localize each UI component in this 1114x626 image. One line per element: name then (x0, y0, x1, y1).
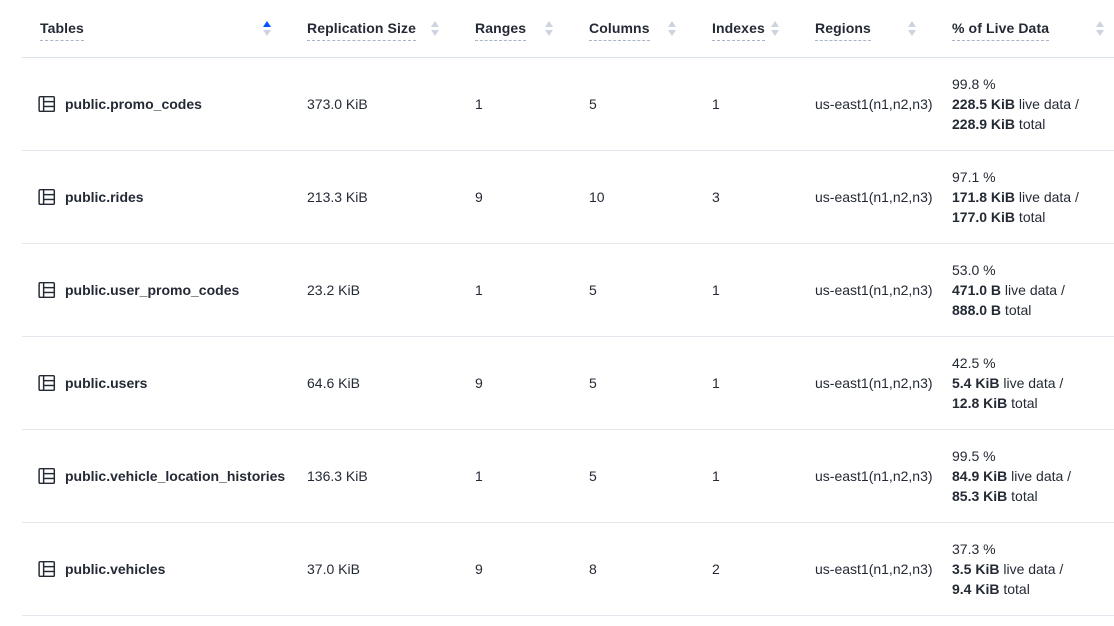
live-data-cell: 37.3 % 3.5 KiB live data / 9.4 KiB total (952, 539, 1114, 599)
ranges-cell: 1 (475, 282, 589, 298)
live-data-cell: 53.0 % 471.0 B live data / 888.0 B total (952, 260, 1114, 320)
table-icon (38, 374, 56, 392)
ranges-cell: 1 (475, 468, 589, 484)
live-data-amount: 228.5 KiB live data / (952, 94, 1104, 114)
live-data-percent: 99.8 % (952, 74, 1104, 94)
table-name-link[interactable]: public.users (65, 375, 147, 391)
table-row: public.users 64.6 KiB 9 5 1 us-east1(n1,… (22, 337, 1114, 430)
table-icon (38, 467, 56, 485)
sort-arrows-icon[interactable] (668, 21, 676, 36)
table-name-link[interactable]: public.promo_codes (65, 96, 202, 112)
live-data-amount: 3.5 KiB live data / (952, 559, 1104, 579)
replication-size-cell: 373.0 KiB (307, 96, 475, 112)
column-header-label: Regions (815, 20, 871, 41)
sort-arrows-icon[interactable] (1096, 21, 1104, 36)
columns-cell: 8 (589, 561, 712, 577)
live-data-percent: 97.1 % (952, 167, 1104, 187)
live-data-percent: 53.0 % (952, 260, 1104, 280)
indexes-cell: 1 (712, 96, 815, 112)
column-header-columns[interactable]: Columns (589, 0, 712, 57)
column-header-label: Columns (589, 20, 650, 41)
ranges-cell: 1 (475, 96, 589, 112)
regions-cell: us-east1(n1,n2,n3) (815, 375, 952, 391)
columns-cell: 5 (589, 282, 712, 298)
column-header-label: Tables (40, 20, 84, 41)
column-header-tables[interactable]: Tables (22, 0, 307, 57)
ranges-cell: 9 (475, 561, 589, 577)
replication-size-cell: 64.6 KiB (307, 375, 475, 391)
regions-cell: us-east1(n1,n2,n3) (815, 468, 952, 484)
column-header-indexes[interactable]: Indexes (712, 0, 815, 57)
regions-cell: us-east1(n1,n2,n3) (815, 282, 952, 298)
column-header-regions[interactable]: Regions (815, 0, 952, 57)
ranges-cell: 9 (475, 375, 589, 391)
replication-size-cell: 213.3 KiB (307, 189, 475, 205)
column-header-label: % of Live Data (952, 20, 1049, 41)
regions-cell: us-east1(n1,n2,n3) (815, 96, 952, 112)
table-icon (38, 95, 56, 113)
table-name-link[interactable]: public.user_promo_codes (65, 282, 239, 298)
columns-cell: 5 (589, 96, 712, 112)
replication-size-cell: 136.3 KiB (307, 468, 475, 484)
columns-cell: 5 (589, 375, 712, 391)
sort-arrows-icon[interactable] (771, 21, 779, 36)
live-data-cell: 42.5 % 5.4 KiB live data / 12.8 KiB tota… (952, 353, 1114, 413)
column-header-ranges[interactable]: Ranges (475, 0, 589, 57)
live-data-amount: 5.4 KiB live data / (952, 373, 1104, 393)
columns-cell: 10 (589, 189, 712, 205)
table-icon (38, 281, 56, 299)
live-data-total: 888.0 B total (952, 300, 1104, 320)
table-row: public.promo_codes 373.0 KiB 1 5 1 us-ea… (22, 58, 1114, 151)
columns-cell: 5 (589, 468, 712, 484)
live-data-cell: 97.1 % 171.8 KiB live data / 177.0 KiB t… (952, 167, 1114, 227)
table-row: public.vehicles 37.0 KiB 9 8 2 us-east1(… (22, 523, 1114, 616)
live-data-amount: 171.8 KiB live data / (952, 187, 1104, 207)
sort-arrows-icon[interactable] (431, 21, 439, 36)
sort-arrows-icon[interactable] (908, 21, 916, 36)
indexes-cell: 1 (712, 375, 815, 391)
live-data-cell: 99.8 % 228.5 KiB live data / 228.9 KiB t… (952, 74, 1114, 134)
regions-cell: us-east1(n1,n2,n3) (815, 561, 952, 577)
live-data-percent: 99.5 % (952, 446, 1104, 466)
table-row: public.rides 213.3 KiB 9 10 3 us-east1(n… (22, 151, 1114, 244)
live-data-amount: 84.9 KiB live data / (952, 466, 1104, 486)
column-header-replication-size[interactable]: Replication Size (307, 0, 475, 57)
regions-cell: us-east1(n1,n2,n3) (815, 189, 952, 205)
sort-arrows-icon[interactable] (545, 21, 553, 36)
indexes-cell: 1 (712, 282, 815, 298)
live-data-amount: 471.0 B live data / (952, 280, 1104, 300)
column-header-live-data[interactable]: % of Live Data (952, 0, 1114, 57)
table-row: public.vehicle_location_histories 136.3 … (22, 430, 1114, 523)
indexes-cell: 1 (712, 468, 815, 484)
live-data-total: 85.3 KiB total (952, 486, 1104, 506)
table-icon (38, 560, 56, 578)
live-data-total: 177.0 KiB total (952, 207, 1104, 227)
table-icon (38, 188, 56, 206)
live-data-total: 9.4 KiB total (952, 579, 1104, 599)
live-data-total: 12.8 KiB total (952, 393, 1104, 413)
live-data-total: 228.9 KiB total (952, 114, 1104, 134)
column-header-label: Indexes (712, 20, 765, 41)
table-row: public.user_promo_codes 23.2 KiB 1 5 1 u… (22, 244, 1114, 337)
live-data-percent: 42.5 % (952, 353, 1104, 373)
tables-grid: Tables Replication Size Ranges Columns I… (22, 0, 1114, 616)
ranges-cell: 9 (475, 189, 589, 205)
table-name-link[interactable]: public.vehicle_location_histories (65, 468, 285, 484)
replication-size-cell: 23.2 KiB (307, 282, 475, 298)
table-name-link[interactable]: public.vehicles (65, 561, 165, 577)
indexes-cell: 2 (712, 561, 815, 577)
column-header-label: Ranges (475, 20, 526, 41)
table-header-row: Tables Replication Size Ranges Columns I… (22, 0, 1114, 58)
tables-list-page: Tables Replication Size Ranges Columns I… (0, 0, 1114, 626)
column-header-label: Replication Size (307, 20, 416, 41)
replication-size-cell: 37.0 KiB (307, 561, 475, 577)
live-data-cell: 99.5 % 84.9 KiB live data / 85.3 KiB tot… (952, 446, 1114, 506)
indexes-cell: 3 (712, 189, 815, 205)
table-name-link[interactable]: public.rides (65, 189, 144, 205)
sort-arrows-icon[interactable] (263, 21, 271, 36)
live-data-percent: 37.3 % (952, 539, 1104, 559)
